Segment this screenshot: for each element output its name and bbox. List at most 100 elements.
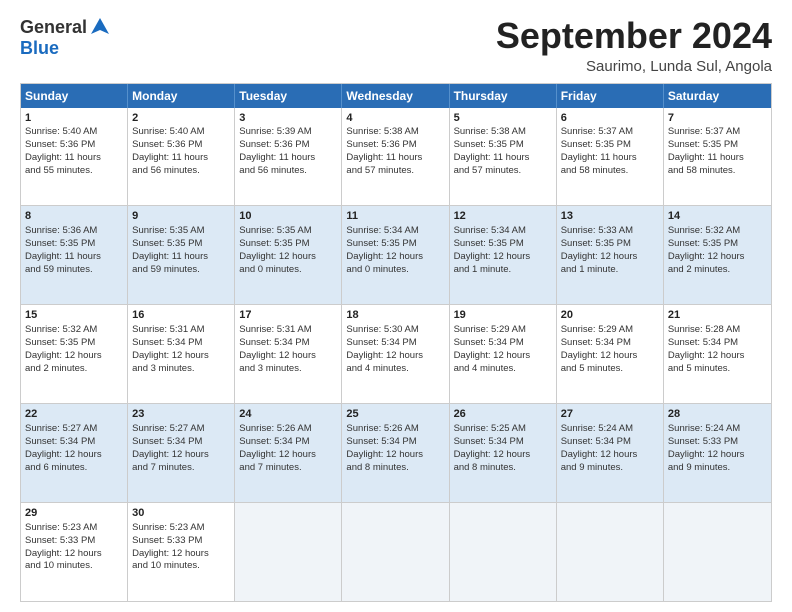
daylight-text: Daylight: 12 hours: [454, 350, 531, 361]
header: General Blue September 2024 Saurimo, Lun…: [20, 16, 772, 75]
daylight-minutes: and 0 minutes.: [239, 264, 301, 275]
calendar-cell-empty: [664, 503, 771, 601]
daylight-minutes: and 6 minutes.: [25, 462, 87, 473]
day-number: 29: [25, 506, 123, 521]
calendar-cell-empty: [342, 503, 449, 601]
calendar-cell-11: 11Sunrise: 5:34 AMSunset: 5:35 PMDayligh…: [342, 206, 449, 304]
calendar-body: 1Sunrise: 5:40 AMSunset: 5:36 PMDaylight…: [21, 108, 771, 601]
daylight-text: Daylight: 12 hours: [561, 449, 638, 460]
daylight-text: Daylight: 12 hours: [239, 350, 316, 361]
calendar-cell-15: 15Sunrise: 5:32 AMSunset: 5:35 PMDayligh…: [21, 305, 128, 403]
daylight-text: Daylight: 11 hours: [454, 152, 530, 163]
day-number: 25: [346, 407, 444, 422]
daylight-minutes: and 1 minute.: [454, 264, 512, 275]
day-number: 13: [561, 209, 659, 224]
sunrise-text: Sunrise: 5:34 AM: [346, 225, 418, 236]
calendar-cell-22: 22Sunrise: 5:27 AM Sunset: 5:34 PM Dayligh…: [21, 404, 128, 502]
logo: General Blue: [20, 16, 111, 59]
sunrise-text: Sunrise: 5:28 AM: [668, 324, 740, 335]
sunset-text: Sunset: 5:34 PM: [346, 337, 416, 348]
sunset-text: Sunset: 5:34 PM: [346, 436, 416, 447]
calendar-cell-21: 21Sunrise: 5:28 AMSunset: 5:34 PMDayligh…: [664, 305, 771, 403]
sunset-text: Sunset: 5:33 PM: [132, 535, 202, 546]
day-number: 21: [668, 308, 767, 323]
daylight-text: Daylight: 12 hours: [668, 449, 745, 460]
calendar-cell-24: 24Sunrise: 5:26 AMSunset: 5:34 PMDayligh…: [235, 404, 342, 502]
sunset-text: Sunset: 5:33 PM: [25, 535, 95, 546]
daylight-minutes: and 57 minutes.: [346, 165, 414, 176]
logo-blue-text: Blue: [20, 38, 59, 59]
sunrise-text: Sunrise: 5:37 AM: [561, 126, 633, 137]
sunrise-text: Sunrise: 5:27 AM: [25, 423, 97, 434]
calendar-header-saturday: Saturday: [664, 84, 771, 108]
daylight-minutes: and 56 minutes.: [239, 165, 307, 176]
sunset-text: Sunset: 5:35 PM: [239, 238, 309, 249]
daylight-minutes: and 55 minutes.: [25, 165, 93, 176]
day-number: 7: [668, 111, 767, 126]
daylight-minutes: and 4 minutes.: [454, 363, 516, 374]
day-number: 22: [25, 407, 123, 422]
sunrise-text: Sunrise: 5:32 AM: [25, 324, 97, 335]
logo-icon: [89, 16, 111, 38]
day-number: 8: [25, 209, 123, 224]
sunrise-text: Sunrise: 5:31 AM: [132, 324, 204, 335]
calendar-week-2: 8Sunrise: 5:36 AMSunset: 5:35 PMDaylight…: [21, 205, 771, 304]
sunrise-text: Sunrise: 5:35 AM: [239, 225, 311, 236]
sunset-text: Sunset: 5:33 PM: [668, 436, 738, 447]
sunset-text: Sunset: 5:35 PM: [454, 238, 524, 249]
sunrise-text: Sunrise: 5:35 AM: [132, 225, 204, 236]
sunrise-text: Sunrise: 5:31 AM: [239, 324, 311, 335]
calendar-header-friday: Friday: [557, 84, 664, 108]
sunrise-text: Sunrise: 5:32 AM: [668, 225, 740, 236]
day-number: 9: [132, 209, 230, 224]
sunrise-text: Sunrise: 5:23 AM: [25, 522, 97, 533]
daylight-text: Daylight: 11 hours: [239, 152, 315, 163]
day-number: 28: [668, 407, 767, 422]
daylight-minutes: and 7 minutes.: [132, 462, 194, 473]
daylight-minutes: and 7 minutes.: [239, 462, 301, 473]
sunrise-text: Sunrise: 5:40 AM: [25, 126, 97, 137]
day-number: 30: [132, 506, 230, 521]
calendar-header-wednesday: Wednesday: [342, 84, 449, 108]
daylight-minutes: and 3 minutes.: [132, 363, 194, 374]
sunset-text: Sunset: 5:34 PM: [25, 436, 95, 447]
calendar-week-1: 1Sunrise: 5:40 AMSunset: 5:36 PMDaylight…: [21, 108, 771, 206]
page: General Blue September 2024 Saurimo, Lun…: [0, 0, 792, 612]
daylight-text: Daylight: 12 hours: [25, 449, 102, 460]
calendar-cell-12: 12Sunrise: 5:34 AMSunset: 5:35 PMDayligh…: [450, 206, 557, 304]
sunrise-text: Sunrise: 5:29 AM: [561, 324, 633, 335]
sunrise-text: Sunrise: 5:26 AM: [239, 423, 311, 434]
calendar-cell-23: 23Sunrise: 5:27 AMSunset: 5:34 PMDayligh…: [128, 404, 235, 502]
sunrise-text: Sunrise: 5:25 AM: [454, 423, 526, 434]
sunset-text: Sunset: 5:34 PM: [561, 436, 631, 447]
calendar-cell-5: 5Sunrise: 5:38 AMSunset: 5:35 PMDaylight…: [450, 108, 557, 206]
calendar-cell-empty: [450, 503, 557, 601]
calendar-cell-30: 30Sunrise: 5:23 AMSunset: 5:33 PMDayligh…: [128, 503, 235, 601]
daylight-minutes: and 59 minutes.: [25, 264, 93, 275]
sunset-text: Sunset: 5:35 PM: [132, 238, 202, 249]
daylight-minutes: and 0 minutes.: [346, 264, 408, 275]
daylight-text: Daylight: 12 hours: [346, 449, 423, 460]
day-number: 3: [239, 111, 337, 126]
calendar-cell-9: 9Sunrise: 5:35 AMSunset: 5:35 PMDaylight…: [128, 206, 235, 304]
day-number: 27: [561, 407, 659, 422]
sunset-text: Sunset: 5:35 PM: [25, 337, 95, 348]
sunset-text: Sunset: 5:35 PM: [668, 238, 738, 249]
calendar-header-thursday: Thursday: [450, 84, 557, 108]
daylight-text: Daylight: 12 hours: [132, 350, 209, 361]
daylight-minutes: and 5 minutes.: [668, 363, 730, 374]
daylight-minutes: and 57 minutes.: [454, 165, 522, 176]
month-title: September 2024: [496, 16, 772, 56]
calendar-cell-empty: [235, 503, 342, 601]
sunset-text: Sunset: 5:35 PM: [346, 238, 416, 249]
daylight-minutes: and 10 minutes.: [132, 560, 200, 571]
calendar-cell-2: 2Sunrise: 5:40 AMSunset: 5:36 PMDaylight…: [128, 108, 235, 206]
sunset-text: Sunset: 5:34 PM: [132, 436, 202, 447]
daylight-text: Daylight: 12 hours: [668, 350, 745, 361]
calendar-cell-16: 16Sunrise: 5:31 AMSunset: 5:34 PMDayligh…: [128, 305, 235, 403]
daylight-text: Daylight: 12 hours: [454, 449, 531, 460]
sunrise-text: Sunrise: 5:38 AM: [454, 126, 526, 137]
calendar-cell-8: 8Sunrise: 5:36 AMSunset: 5:35 PMDaylight…: [21, 206, 128, 304]
daylight-text: Daylight: 12 hours: [346, 350, 423, 361]
daylight-minutes: and 8 minutes.: [454, 462, 516, 473]
